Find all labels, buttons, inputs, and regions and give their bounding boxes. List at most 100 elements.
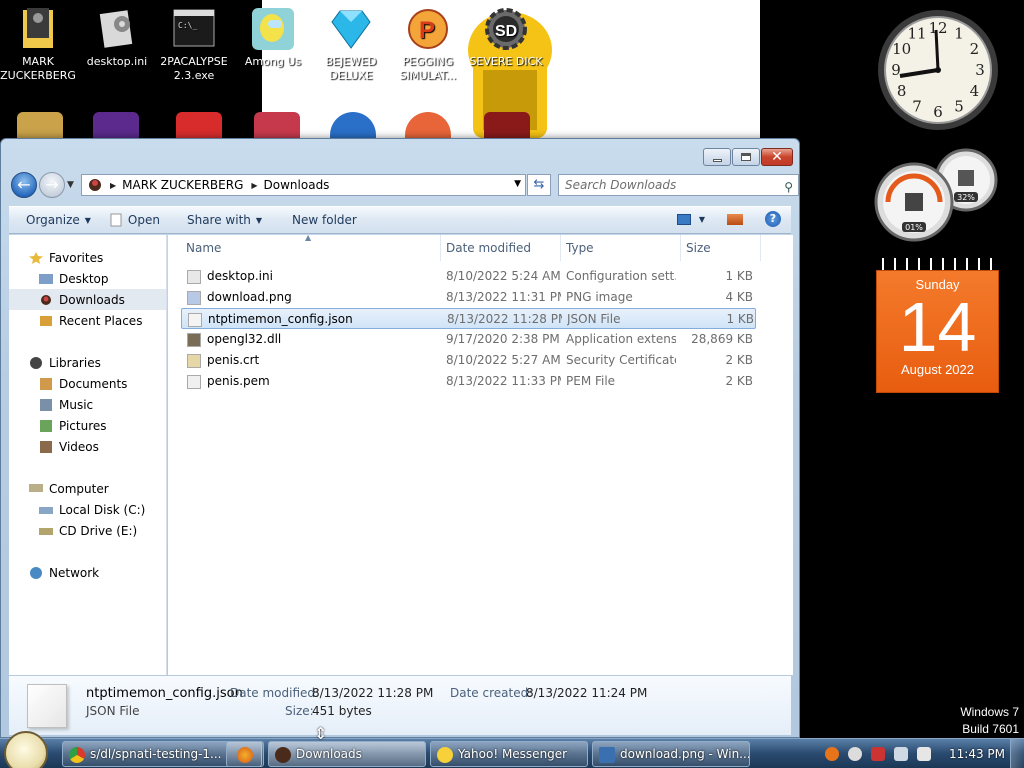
taskbar-clock[interactable]: 11:43 PM [949,747,1005,761]
taskbar: s/dl/spnati-testing-1... Downloads Yahoo… [0,731,1024,768]
nav-item-downloads[interactable]: Downloads [9,289,166,310]
navigation-pane: Favorites Desktop Downloads Recent Place… [9,235,167,675]
file-icon [187,291,201,305]
nav-item-documents[interactable]: Documents [9,373,166,394]
file-row[interactable]: penis.pem 8/13/2022 11:33 PM PEM File 2 KB [181,371,756,392]
address-dropdown-icon[interactable]: ▼ [514,179,521,189]
pictures-icon [40,419,52,432]
file-name: desktop.ini [207,269,273,283]
desktop-icon-bejeweled[interactable]: BEJEWED DELUXE [313,6,389,83]
messenger-tray-icon[interactable] [848,747,862,761]
nav-item-desktop[interactable]: Desktop [9,268,166,289]
search-icon[interactable]: ⚲ [784,177,793,197]
desktop-icon-label: 2PACALYPSE 2.3.exe [160,55,228,82]
minimize-button[interactable] [703,148,731,166]
open-button[interactable]: Open [109,213,160,227]
view-options-chevron-icon[interactable]: ▼ [699,215,705,224]
forward-button[interactable]: → [39,172,65,198]
file-icon [187,270,201,284]
show-desktop-button[interactable] [1010,739,1024,768]
command-bar: Organize ▼ Open Share with ▼ New folder ▼ … [9,206,791,234]
file-row[interactable]: opengl32.dll 9/17/2020 2:38 PM Application… [181,329,756,350]
breadcrumb-separator-icon[interactable]: ▶ [110,181,116,190]
desktop-icon-among-us[interactable]: Among Us [235,6,311,69]
desktop-icon-2pacalypse[interactable]: C:\_ 2PACALYPSE 2.3.exe [156,6,232,83]
file-name: download.png [207,290,292,304]
start-button[interactable] [4,731,48,768]
svg-text:SD: SD [495,23,517,40]
network-tray-icon[interactable] [894,747,908,761]
nav-item-computer[interactable]: Computer [9,478,166,499]
nav-item-local-disk[interactable]: Local Disk (C:) [9,499,166,520]
desktop-icon-desktop-ini[interactable]: desktop.ini [79,6,155,69]
close-button[interactable]: ✕ [761,148,793,166]
taskbar-photo-viewer[interactable]: download.png - Win... [592,741,750,767]
back-button[interactable]: ← [11,172,37,198]
help-icon[interactable]: ? [765,211,781,227]
watermark-line1: Windows 7 [960,705,1019,719]
nav-item-music[interactable]: Music [9,394,166,415]
taskbar-firefox[interactable] [226,741,264,767]
breadcrumb-downloads[interactable]: Downloads [264,178,330,192]
nav-item-cd-drive[interactable]: CD Drive (E:) [9,520,166,541]
system-tray: 11:43 PM [816,739,1024,768]
clock-number: 5 [954,97,964,115]
file-row[interactable]: penis.crt 8/10/2022 5:27 AM Security Certi… [181,350,756,371]
file-name: ntptimemon_config.json [208,312,353,326]
details-file-type: JSON File [86,704,140,718]
taskbar-yahoo-messenger[interactable]: Yahoo! Messenger [430,741,588,767]
svg-text:01%: 01% [905,223,923,232]
column-size[interactable]: Size [681,235,761,261]
search-tray-icon[interactable] [825,747,839,761]
nav-item-favorites[interactable]: Favorites [9,247,166,268]
desktop-icon-pegging-simulator[interactable]: P PEGGING SIMULAT... [390,6,466,83]
change-view-icon[interactable] [676,213,691,225]
nav-item-network[interactable]: Network [9,562,166,583]
taskbar-downloads[interactable]: Downloads [268,741,426,767]
breadcrumb-separator-icon[interactable]: ▶ [251,181,257,190]
file-row[interactable]: download.png 8/13/2022 11:31 PM PNG image 4… [181,287,756,308]
preview-pane-icon[interactable] [727,213,743,225]
file-size: 1 KB [725,269,753,283]
address-bar[interactable]: ▶ MARK ZUCKERBERG ▶ Downloads ▼ [81,174,526,196]
clock-gadget[interactable]: 12 12 3 45678 9 1011 [876,8,1000,132]
desktop-icon-severe-dick[interactable]: SD SEVERE DICK [468,6,544,69]
desktop-icon-mark-zuckerberg[interactable]: MARK ZUCKERBERG [0,6,76,83]
file-size: 2 KB [725,353,753,367]
file-date-modified: 8/13/2022 11:28 PM [447,312,562,326]
column-type[interactable]: Type [561,235,681,261]
organize-label: Organize [26,213,80,227]
new-folder-button[interactable]: New folder [292,213,357,227]
nav-item-libraries[interactable]: Libraries [9,352,166,373]
calendar-gadget[interactable]: Sunday 14 August 2022 [876,258,999,393]
breadcrumb-mark-zuckerberg[interactable]: MARK ZUCKERBERG [122,178,243,192]
maximize-button[interactable] [732,148,760,166]
column-date-modified[interactable]: Date modified [441,235,561,261]
nav-item-videos[interactable]: Videos [9,436,166,457]
file-name: penis.pem [207,374,270,388]
file-type: Security Certificate [566,353,676,367]
file-date-modified: 8/10/2022 5:24 AM [446,269,561,283]
cpu-meter-gadget[interactable]: 32% 01% [874,148,1000,244]
file-row[interactable]: desktop.ini 8/10/2022 5:24 AM Configuratio… [181,266,756,287]
nav-item-pictures[interactable]: Pictures [9,415,166,436]
details-pane: ntptimemon_config.json JSON File Date mo… [9,675,791,735]
clock-number: 6 [933,103,943,121]
refresh-button[interactable]: ⇆ [527,174,551,196]
json-file-icon [27,684,67,728]
nav-item-recent-places[interactable]: Recent Places [9,310,166,331]
explorer-window[interactable]: ✕ ← → ▼ ▶ MARK ZUCKERBERG ▶ Downloads ▼ … [0,138,800,738]
file-type: PNG image [566,290,633,304]
file-row[interactable]: ntptimemon_config.json 8/13/2022 11:28 PM… [181,308,756,329]
nav-label: Libraries [49,355,101,370]
documents-icon [40,377,52,390]
column-name[interactable]: Name [181,235,441,261]
organize-button[interactable]: Organize ▼ [26,213,91,227]
volume-icon[interactable] [917,747,931,761]
search-input[interactable]: Search Downloads ⚲ [558,174,799,196]
share-with-button[interactable]: Share with ▼ [187,213,262,227]
task-label: s/dl/spnati-testing-1... [90,747,222,761]
action-center-icon[interactable] [871,747,885,761]
recent-pages-dropdown[interactable]: ▼ [67,180,74,190]
file-name: penis.crt [207,353,260,367]
